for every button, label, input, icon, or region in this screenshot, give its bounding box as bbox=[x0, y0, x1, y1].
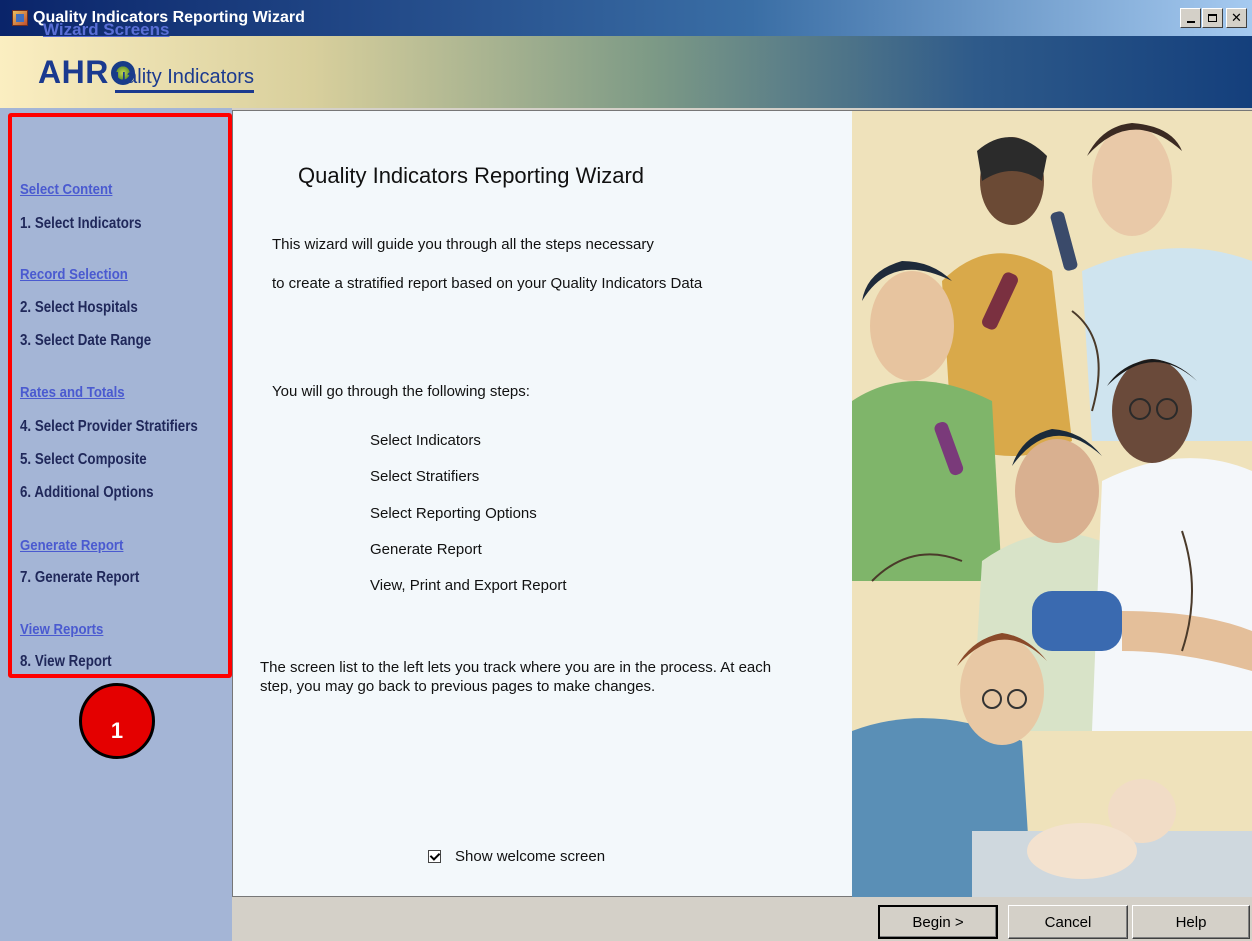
step-select-indicators[interactable]: 1. Select Indicators bbox=[20, 215, 142, 233]
show-welcome-row[interactable]: Show welcome screen bbox=[428, 848, 605, 865]
section-generate-report[interactable]: Generate Report bbox=[20, 537, 123, 554]
maximize-icon bbox=[1208, 14, 1217, 22]
step-generate-report[interactable]: 7. Generate Report bbox=[20, 569, 139, 587]
help-text: The screen list to the left lets you tra… bbox=[260, 659, 772, 695]
step-select-hospitals[interactable]: 2. Select Hospitals bbox=[20, 299, 138, 317]
logo-prefix: AHR bbox=[38, 54, 109, 90]
logo-suffix: uality Indicators bbox=[115, 66, 254, 93]
step-select-composite[interactable]: 5. Select Composite bbox=[20, 451, 147, 469]
step-list-item: Select Reporting Options bbox=[370, 505, 537, 522]
step-view-report[interactable]: 8. View Report bbox=[20, 653, 112, 671]
intro-line-2: to create a stratified report based on y… bbox=[272, 275, 703, 292]
minimize-button[interactable] bbox=[1180, 8, 1201, 28]
app-icon bbox=[12, 10, 28, 26]
main-panel bbox=[232, 110, 852, 897]
cancel-button[interactable]: Cancel bbox=[1008, 905, 1128, 939]
section-record-selection[interactable]: Record Selection bbox=[20, 266, 128, 283]
step-list-item: Generate Report bbox=[370, 541, 482, 558]
step-list-item: Select Indicators bbox=[370, 432, 481, 449]
section-select-content[interactable]: Select Content bbox=[20, 181, 112, 198]
show-welcome-label[interactable]: Show welcome screen bbox=[455, 848, 605, 865]
callout-badge: 1 bbox=[79, 683, 155, 759]
close-icon: ✕ bbox=[1231, 10, 1242, 26]
intro-line-1: This wizard will guide you through all t… bbox=[272, 236, 654, 253]
title-bar: Quality Indicators Reporting Wizard ✕ bbox=[0, 0, 1252, 36]
page-title: Quality Indicators Reporting Wizard bbox=[298, 163, 645, 188]
step-list-item: Select Stratifiers bbox=[370, 468, 480, 485]
section-view-reports[interactable]: View Reports bbox=[20, 621, 103, 638]
help-button[interactable]: Help bbox=[1132, 905, 1250, 939]
section-rates-and-totals[interactable]: Rates and Totals bbox=[20, 384, 125, 401]
begin-button[interactable]: Begin > bbox=[878, 905, 998, 939]
step-list-item: View, Print and Export Report bbox=[370, 577, 567, 594]
close-button[interactable]: ✕ bbox=[1226, 8, 1247, 28]
banner: AHR uality Indicators bbox=[0, 36, 1252, 108]
sidebar-header[interactable]: Wizard Screens bbox=[43, 20, 169, 40]
medical-staff-illustration bbox=[852, 110, 1252, 897]
step-select-date-range[interactable]: 3. Select Date Range bbox=[20, 332, 151, 350]
step-select-provider-stratifiers[interactable]: 4. Select Provider Stratifiers bbox=[20, 418, 198, 436]
step-additional-options[interactable]: 6. Additional Options bbox=[20, 484, 154, 502]
show-welcome-checkbox[interactable] bbox=[428, 850, 441, 863]
minimize-icon bbox=[1186, 21, 1195, 23]
steps-intro: You will go through the following steps: bbox=[272, 383, 530, 400]
maximize-button[interactable] bbox=[1202, 8, 1223, 28]
illustration-svg bbox=[852, 111, 1252, 897]
